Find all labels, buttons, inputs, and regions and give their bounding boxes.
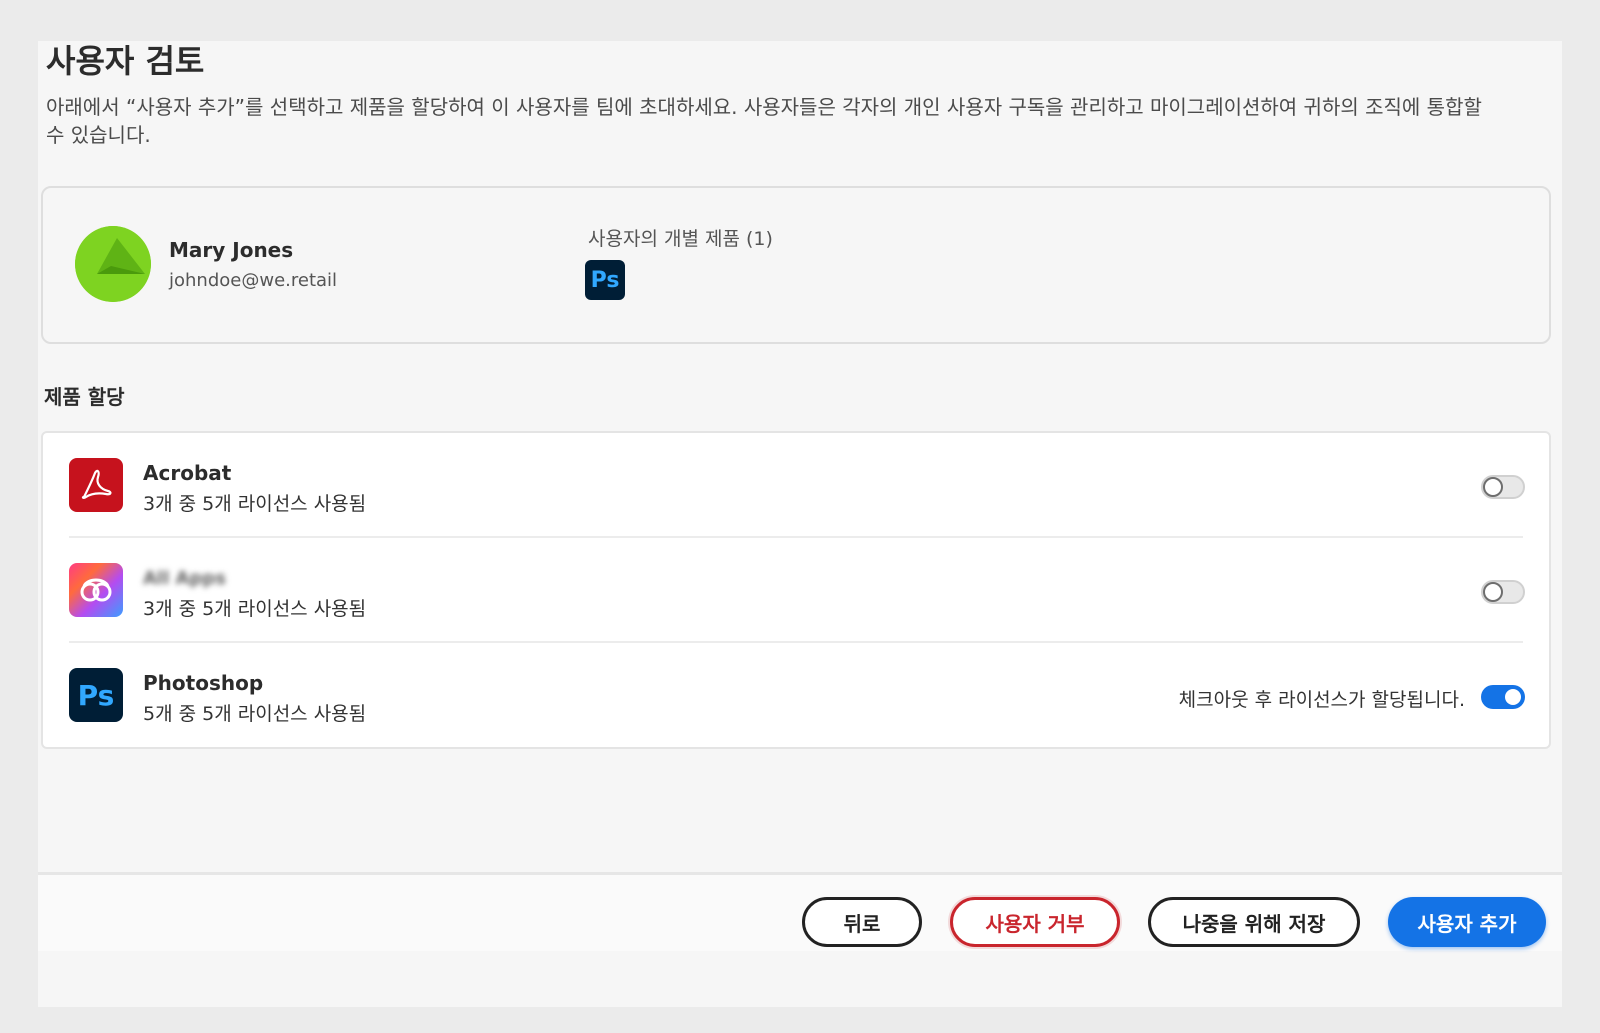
section-title-product-assignment: 제품 할당	[44, 385, 125, 409]
toggle-knob	[1483, 582, 1503, 602]
product-license-usage: 3개 중 5개 라이선스 사용됨	[143, 493, 367, 515]
review-user-dialog: 사용자 검토 아래에서 “사용자 추가”를 선택하고 제품을 할당하여 이 사용…	[38, 41, 1562, 1007]
user-card: Mary Jones johndoe@we.retail 사용자의 개별 제품 …	[41, 186, 1551, 344]
product-row-photoshop: Ps Photoshop 5개 중 5개 라이선스 사용됨 체크아웃 후 라이선…	[43, 643, 1549, 748]
product-license-usage: 3개 중 5개 라이선스 사용됨	[143, 598, 367, 620]
photoshop-icon: Ps	[69, 668, 123, 722]
save-for-later-button[interactable]: 나중을 위해 저장	[1148, 897, 1360, 947]
product-name: Acrobat	[143, 461, 232, 485]
product-row-all-apps: All Apps 3개 중 5개 라이선스 사용됨	[43, 538, 1549, 643]
assign-toggle-photoshop[interactable]	[1481, 685, 1525, 709]
user-name: Mary Jones	[169, 238, 294, 262]
back-button[interactable]: 뒤로	[802, 897, 922, 947]
reject-user-button[interactable]: 사용자 거부	[950, 897, 1120, 947]
product-name: All Apps	[143, 568, 226, 589]
product-license-usage: 5개 중 5개 라이선스 사용됨	[143, 703, 367, 725]
user-email: johndoe@we.retail	[169, 270, 338, 291]
toggle-knob	[1505, 689, 1521, 705]
toggle-knob	[1483, 477, 1503, 497]
add-user-button[interactable]: 사용자 추가	[1388, 897, 1546, 947]
assign-toggle-all-apps[interactable]	[1481, 580, 1525, 604]
dialog-footer: 뒤로 사용자 거부 나중을 위해 저장 사용자 추가	[38, 875, 1562, 951]
checkout-note: 체크아웃 후 라이선스가 할당됩니다.	[1178, 689, 1465, 711]
product-name: Photoshop	[143, 671, 264, 695]
assign-toggle-acrobat[interactable]	[1481, 475, 1525, 499]
acrobat-icon	[69, 458, 123, 512]
product-row-acrobat: Acrobat 3개 중 5개 라이선스 사용됨	[43, 433, 1549, 538]
product-assignment-list: Acrobat 3개 중 5개 라이선스 사용됨 All Apps 3개 중 5…	[41, 431, 1551, 749]
dialog-title: 사용자 검토	[46, 42, 205, 80]
avatar-shape-icon	[75, 226, 151, 302]
avatar	[75, 226, 151, 302]
creative-cloud-icon	[69, 563, 123, 617]
individual-products-label: 사용자의 개별 제품 (1)	[588, 228, 773, 250]
dialog-description: 아래에서 “사용자 추가”를 선택하고 제품을 할당하여 이 사용자를 팀에 초…	[46, 95, 1482, 147]
photoshop-icon: Ps	[585, 260, 625, 300]
